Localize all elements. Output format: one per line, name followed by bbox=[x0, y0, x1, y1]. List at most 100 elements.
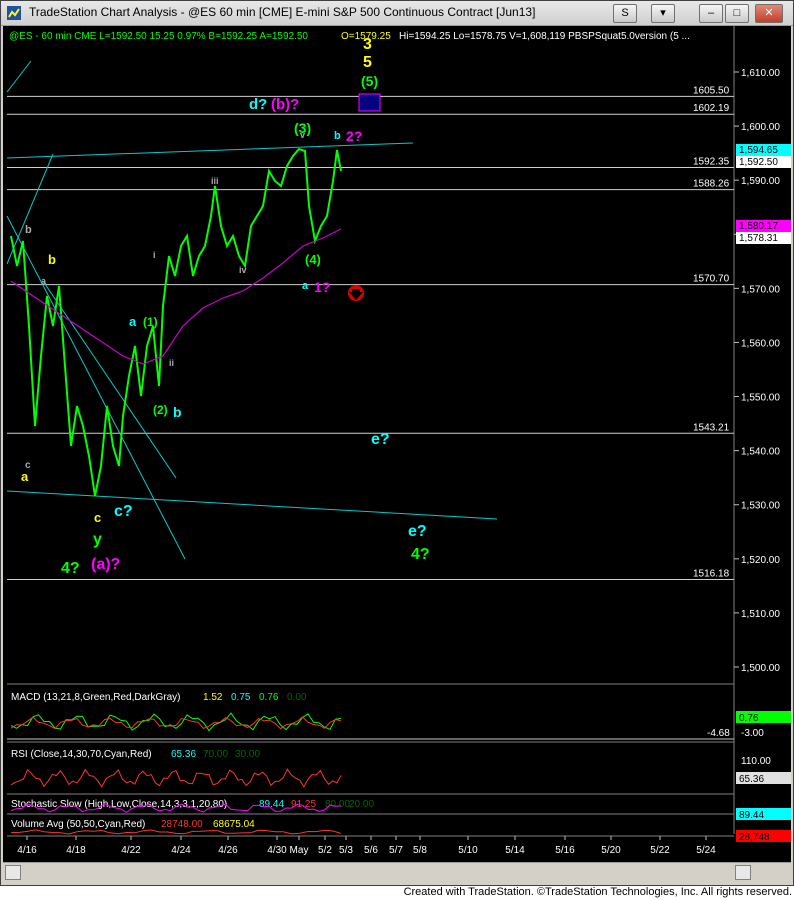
down-arrow-icon bbox=[348, 285, 364, 301]
window-title: TradeStation Chart Analysis - @ES 60 min… bbox=[29, 5, 536, 19]
trendline-top-left bbox=[6, 60, 32, 93]
macd-level-label: -4.68 bbox=[707, 728, 730, 739]
stoch-value-3: 80.00 bbox=[325, 799, 350, 810]
wave-label: y bbox=[93, 531, 102, 548]
close-button[interactable]: ✕ bbox=[755, 4, 783, 23]
wave-label: i bbox=[153, 250, 156, 260]
macd-label: MACD (13,21,8,Green,Red,DarkGray) bbox=[11, 692, 181, 703]
restore-button[interactable]: □ bbox=[725, 4, 749, 23]
date-tick-label: 4/24 bbox=[171, 845, 191, 856]
wave-label: b bbox=[48, 252, 56, 267]
volume-label: Volume Avg (50,50,Cyan,Red) bbox=[11, 819, 145, 830]
level-label: 1588.26 bbox=[693, 179, 730, 190]
volume-value-1: 28748.00 bbox=[161, 819, 203, 830]
wave-label: (4) bbox=[305, 252, 321, 267]
date-tick-label: 5/20 bbox=[601, 845, 621, 856]
scroll-right-button[interactable] bbox=[735, 865, 751, 880]
rsi-value-2: 70.00 bbox=[203, 749, 228, 760]
tradestation-logo-icon bbox=[7, 6, 21, 20]
date-tick-label: 5/7 bbox=[389, 845, 403, 856]
wave-label: e? bbox=[371, 431, 390, 448]
level-label: 1605.50 bbox=[693, 85, 730, 96]
trendline-channel-a bbox=[6, 215, 186, 560]
rsi-value-3: 30.00 bbox=[235, 749, 260, 760]
macd-value-4: 0.00 bbox=[287, 692, 307, 703]
footer-credit: Created with TradeStation. ©TradeStation… bbox=[403, 886, 792, 898]
wave-label: iii bbox=[211, 176, 219, 186]
price-tag: 1,578.31 bbox=[739, 233, 778, 244]
price-tick-label: 1,590.00 bbox=[741, 176, 780, 187]
date-tick-label: 5/3 bbox=[339, 845, 353, 856]
wave-label: 4? bbox=[61, 560, 80, 577]
wave-label: e? bbox=[408, 523, 427, 540]
price-tag: 1,594.65 bbox=[739, 145, 778, 156]
stoch-tag: 89.44 bbox=[739, 810, 764, 821]
wave-label: b bbox=[25, 224, 32, 236]
macd-value-1: 1.52 bbox=[203, 692, 223, 703]
wave-label: c bbox=[94, 510, 101, 525]
date-tick-label: 5/14 bbox=[505, 845, 525, 856]
tradestation-window: TradeStation Chart Analysis - @ES 60 min… bbox=[0, 0, 794, 886]
scroll-left-button[interactable] bbox=[5, 865, 21, 880]
price-tick-label: 1,500.00 bbox=[741, 663, 780, 674]
date-tick-label: 5/24 bbox=[696, 845, 716, 856]
price-tick-label: 1,540.00 bbox=[741, 447, 780, 458]
volume-line bbox=[10, 829, 342, 835]
macd-tag: 0.76 bbox=[739, 713, 759, 724]
price-tag: 1,592.50 bbox=[739, 157, 778, 168]
date-tick-label: 5/8 bbox=[413, 845, 427, 856]
price-chart[interactable]: @ES - 60 min CME L=1592.50 15.25 0.97% B… bbox=[3, 26, 791, 864]
rsi-line bbox=[10, 768, 342, 788]
level-label: 1543.21 bbox=[693, 422, 730, 433]
rsi-label: RSI (Close,14,30,70,Cyan,Red) bbox=[11, 749, 152, 760]
window-menu-button[interactable]: ▾ bbox=[651, 4, 675, 23]
wave-label: (b)? bbox=[271, 96, 299, 113]
date-tick-label: 4/26 bbox=[218, 845, 238, 856]
wave-label: (2) bbox=[153, 403, 168, 417]
volume-tag: 28,748 bbox=[739, 832, 770, 843]
s-menu-button[interactable]: S bbox=[613, 4, 637, 23]
wave-labels: 35(5)d? (b)?(3) b 2?viiiiv(4)a 1?bbaa (1)iii(… bbox=[21, 36, 430, 577]
header-symbol: @ES - 60 min CME L=1592.50 15.25 0.97% B… bbox=[9, 31, 308, 42]
macd-signal-line bbox=[10, 716, 342, 730]
chart-area[interactable]: @ES - 60 min CME L=1592.50 15.25 0.97% B… bbox=[3, 26, 791, 864]
wave-label: (1) bbox=[143, 315, 158, 329]
date-tick-label: 5/2 bbox=[318, 845, 332, 856]
wave-label: a bbox=[21, 469, 29, 484]
price-tick-label: 1,510.00 bbox=[741, 609, 780, 620]
price-tick-label: 1,520.00 bbox=[741, 555, 780, 566]
wave-label: ii bbox=[169, 358, 174, 368]
level-label: 1602.19 bbox=[693, 103, 730, 114]
wave-label: 4? bbox=[411, 546, 430, 563]
trendline-channel-b bbox=[42, 280, 177, 479]
price-tick-label: 1,550.00 bbox=[741, 393, 780, 404]
level-label: 1570.70 bbox=[693, 274, 730, 285]
price-tick-label: 1,560.00 bbox=[741, 338, 780, 349]
target-box bbox=[358, 93, 381, 112]
price-tick-label: 1,530.00 bbox=[741, 501, 780, 512]
macd-value-3: 0.76 bbox=[259, 692, 279, 703]
volume-value-2: 68675.04 bbox=[213, 819, 255, 830]
price-tick-label: 1,570.00 bbox=[741, 284, 780, 295]
price-tick-label: 1,610.00 bbox=[741, 68, 780, 79]
rsi-tag: 65.36 bbox=[739, 774, 764, 785]
rsi-axis-tick: 110.00 bbox=[741, 756, 771, 767]
title-bar[interactable]: TradeStation Chart Analysis - @ES 60 min… bbox=[1, 1, 793, 26]
trendline-lower bbox=[6, 490, 498, 520]
level-label: 1516.18 bbox=[693, 568, 730, 579]
wave-label: 5 bbox=[363, 54, 372, 71]
macd-value-2: 0.75 bbox=[231, 692, 251, 703]
horizontal-scrollbar[interactable] bbox=[3, 862, 791, 881]
date-tick-label: 4/16 bbox=[17, 845, 37, 856]
date-tick-label: 4/30 bbox=[267, 845, 287, 856]
price-tick-label: 1,600.00 bbox=[741, 122, 780, 133]
rsi-value-1: 65.36 bbox=[171, 749, 196, 760]
date-tick-label: 5/16 bbox=[555, 845, 575, 856]
date-axis: 4/16 4/18 4/22 4/24 4/26 4/30 May 5/2 5/3 5/6 5/7 5… bbox=[17, 836, 716, 856]
date-tick-label: 5/6 bbox=[364, 845, 378, 856]
wave-label: 2? bbox=[346, 128, 362, 144]
wave-label: b bbox=[334, 130, 341, 142]
minimize-button[interactable]: – bbox=[699, 4, 723, 23]
wave-label: a bbox=[129, 314, 137, 329]
header-rest: Hi=1594.25 Lo=1578.75 V=1,608,119 PBSPSq… bbox=[399, 31, 690, 42]
